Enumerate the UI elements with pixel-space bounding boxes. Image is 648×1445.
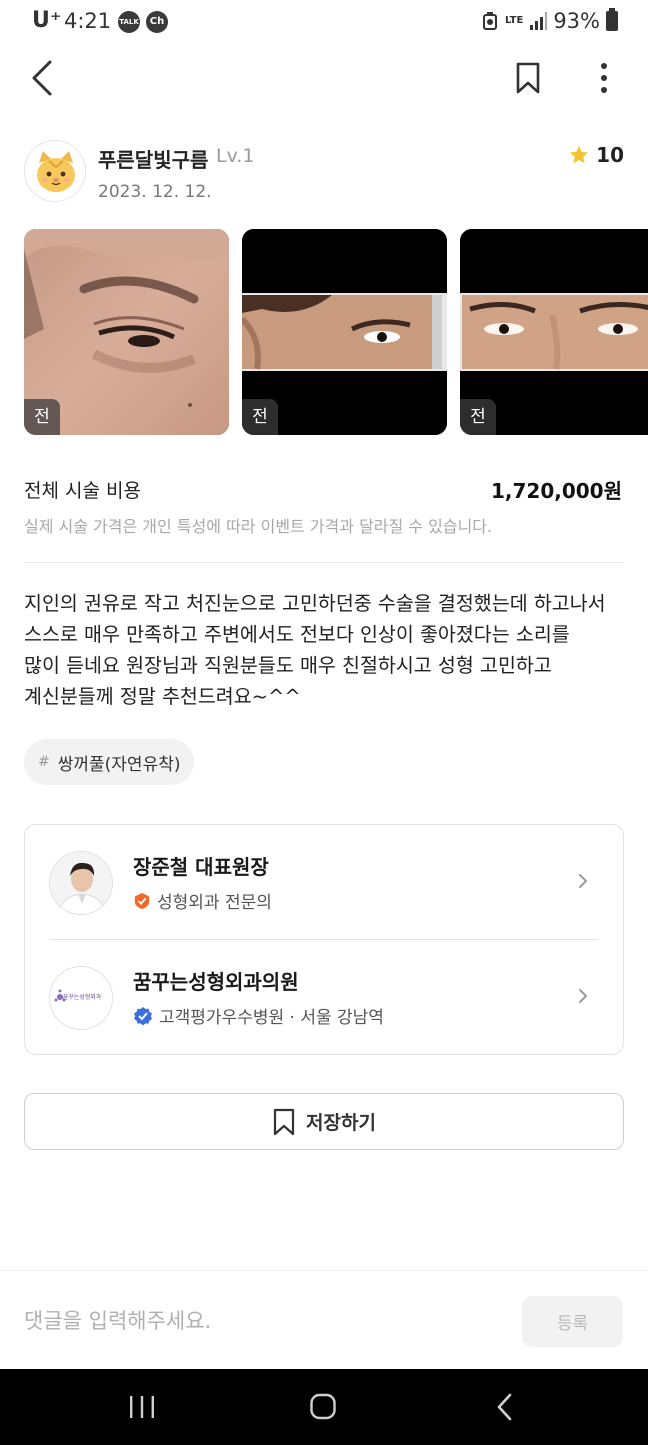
clinic-logo-text: 꿈꾸는성형외과 <box>62 994 102 1001</box>
doctor-portrait <box>50 852 112 914</box>
signal-icon <box>530 12 548 30</box>
divider <box>24 562 624 563</box>
bookmark-icon <box>273 1108 295 1135</box>
clinic-info: 고객평가우수병원 · 서울 강남역 <box>133 1003 384 1028</box>
recent-apps-icon[interactable] <box>122 1391 162 1423</box>
review-photo[interactable]: 전 <box>24 229 229 435</box>
status-bar: U⁺ 4:21 TALK Ch LTE 93% <box>0 0 648 44</box>
photo-label-before: 전 <box>242 399 278 435</box>
chevron-right-icon <box>579 989 587 1003</box>
status-right: LTE 93% <box>481 8 618 33</box>
photo-label-before: 전 <box>24 399 60 435</box>
photo-gallery[interactable]: 전 전 전 <box>24 229 648 435</box>
channel-notification-icon: Ch <box>146 11 168 33</box>
specialist-badge-icon <box>134 892 150 909</box>
rating-value: 10 <box>596 143 624 167</box>
save-button[interactable]: 저장하기 <box>24 1093 624 1150</box>
recycle-icon <box>482 12 497 30</box>
doctor-specialty-text: 성형외과 전문의 <box>157 893 272 913</box>
kakaotalk-notification-icon: TALK <box>118 11 140 33</box>
comment-input[interactable] <box>24 1301 494 1341</box>
total-cost-label: 전체 시술 비용 <box>24 480 141 502</box>
clinic-info-text: 고객평가우수병원 · 서울 강남역 <box>159 1008 384 1028</box>
author-level: Lv.1 <box>216 145 255 167</box>
star-icon <box>569 145 589 164</box>
procedure-tag[interactable]: # 쌍꺼풀(자연유착) <box>24 739 195 785</box>
doctor-name: 장준철 대표원장 <box>133 855 269 879</box>
back-icon[interactable] <box>24 56 64 100</box>
author-name[interactable]: 푸른달빛구름 <box>98 144 208 173</box>
author-profile: 푸른달빛구름 Lv.1 2023. 12. 12. 10 <box>24 138 624 204</box>
system-navigation-bar <box>0 1369 648 1445</box>
review-line: 많이 듣네요 원장님과 직원분들도 매우 친절하시고 성형 고민하고 <box>24 654 552 677</box>
clinic-logo: 꿈꾸는성형외과 <box>49 966 113 1030</box>
comment-bar: 등록 <box>0 1270 648 1369</box>
review-line: 스스로 매우 만족하고 주변에서도 전보다 인상이 좋아졌다는 소리를 <box>24 623 570 646</box>
system-back-icon[interactable] <box>486 1391 526 1423</box>
carrier-label: U⁺ <box>32 8 62 33</box>
review-photo[interactable]: 전 <box>242 229 447 435</box>
save-button-label: 저장하기 <box>306 1112 376 1134</box>
clinic-row[interactable]: 꿈꾸는성형외과 꿈꾸는성형외과의원 고객평가우수병원 · 서울 강남역 <box>25 940 625 1055</box>
hash-icon: # <box>38 754 50 770</box>
review-line: 지인의 권유로 작고 처진눈으로 고민하던중 수술을 결정했는데 하고나서 <box>24 592 606 615</box>
doctor-specialty: 성형외과 전문의 <box>133 888 272 913</box>
more-vertical-icon[interactable] <box>584 56 624 100</box>
doctor-avatar <box>49 851 113 915</box>
submit-comment-button[interactable]: 등록 <box>522 1296 623 1347</box>
home-icon[interactable] <box>303 1391 343 1423</box>
battery-percent: 93% <box>553 9 600 33</box>
verified-badge-icon <box>134 1006 152 1025</box>
clinic-name: 꿈꾸는성형외과의원 <box>133 970 299 994</box>
status-time: 4:21 <box>64 9 112 33</box>
bookmark-icon[interactable] <box>508 56 548 100</box>
review-date: 2023. 12. 12. <box>98 182 212 202</box>
network-type: LTE <box>504 15 524 26</box>
doctor-row[interactable]: 장준철 대표원장 성형외과 전문의 <box>25 825 625 940</box>
review-line: 계신분들께 정말 추천드려요~^^ <box>24 685 301 708</box>
cat-avatar-icon <box>25 141 85 201</box>
battery-icon <box>606 8 618 31</box>
doctor-clinic-card: 장준철 대표원장 성형외과 전문의 꿈꾸는성형외과 꿈꾸는성형외과의원 고객평가… <box>24 824 624 1055</box>
avatar[interactable] <box>24 140 86 202</box>
chevron-right-icon <box>579 874 587 888</box>
rating: 10 <box>568 143 624 167</box>
photo-label-before: 전 <box>460 399 496 435</box>
cost-disclaimer: 실제 시술 가격은 개인 특성에 따라 이벤트 가격과 달라질 수 있습니다. <box>24 517 493 536</box>
review-text: 지인의 권유로 작고 처진눈으로 고민하던중 수술을 결정했는데 하고나서 스스… <box>24 588 636 712</box>
tag-label: 쌍꺼풀(자연유착) <box>57 754 181 775</box>
total-cost-value: 1,720,000원 <box>490 479 622 503</box>
review-photo[interactable]: 전 <box>460 229 648 435</box>
